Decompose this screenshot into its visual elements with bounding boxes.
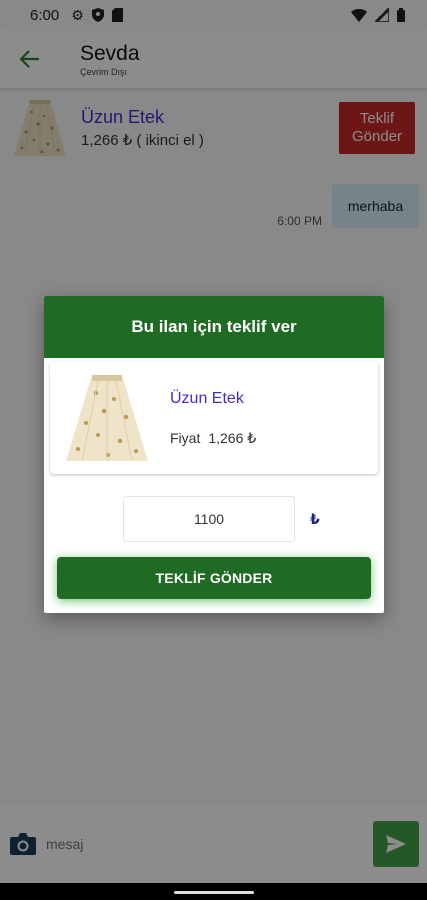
- dialog-product-title: Üzun Etek: [170, 389, 244, 407]
- submit-offer-button[interactable]: TEKLİF GÖNDER: [57, 557, 371, 599]
- currency-label: ₺: [310, 510, 320, 527]
- offer-amount-input[interactable]: [123, 496, 295, 542]
- offer-dialog: Bu ilan için teklif ver Üzun Etek Fiyat …: [44, 296, 384, 613]
- home-gesture-handle[interactable]: [174, 891, 254, 894]
- dialog-product-image: [66, 375, 148, 462]
- navigation-bar: [0, 883, 427, 900]
- dialog-product-card: Üzun Etek Fiyat 1,266 ₺: [50, 362, 378, 474]
- price-value: 1,266 ₺: [208, 429, 257, 446]
- dialog-title: Bu ilan için teklif ver: [44, 296, 384, 358]
- price-label: Fiyat: [170, 429, 201, 446]
